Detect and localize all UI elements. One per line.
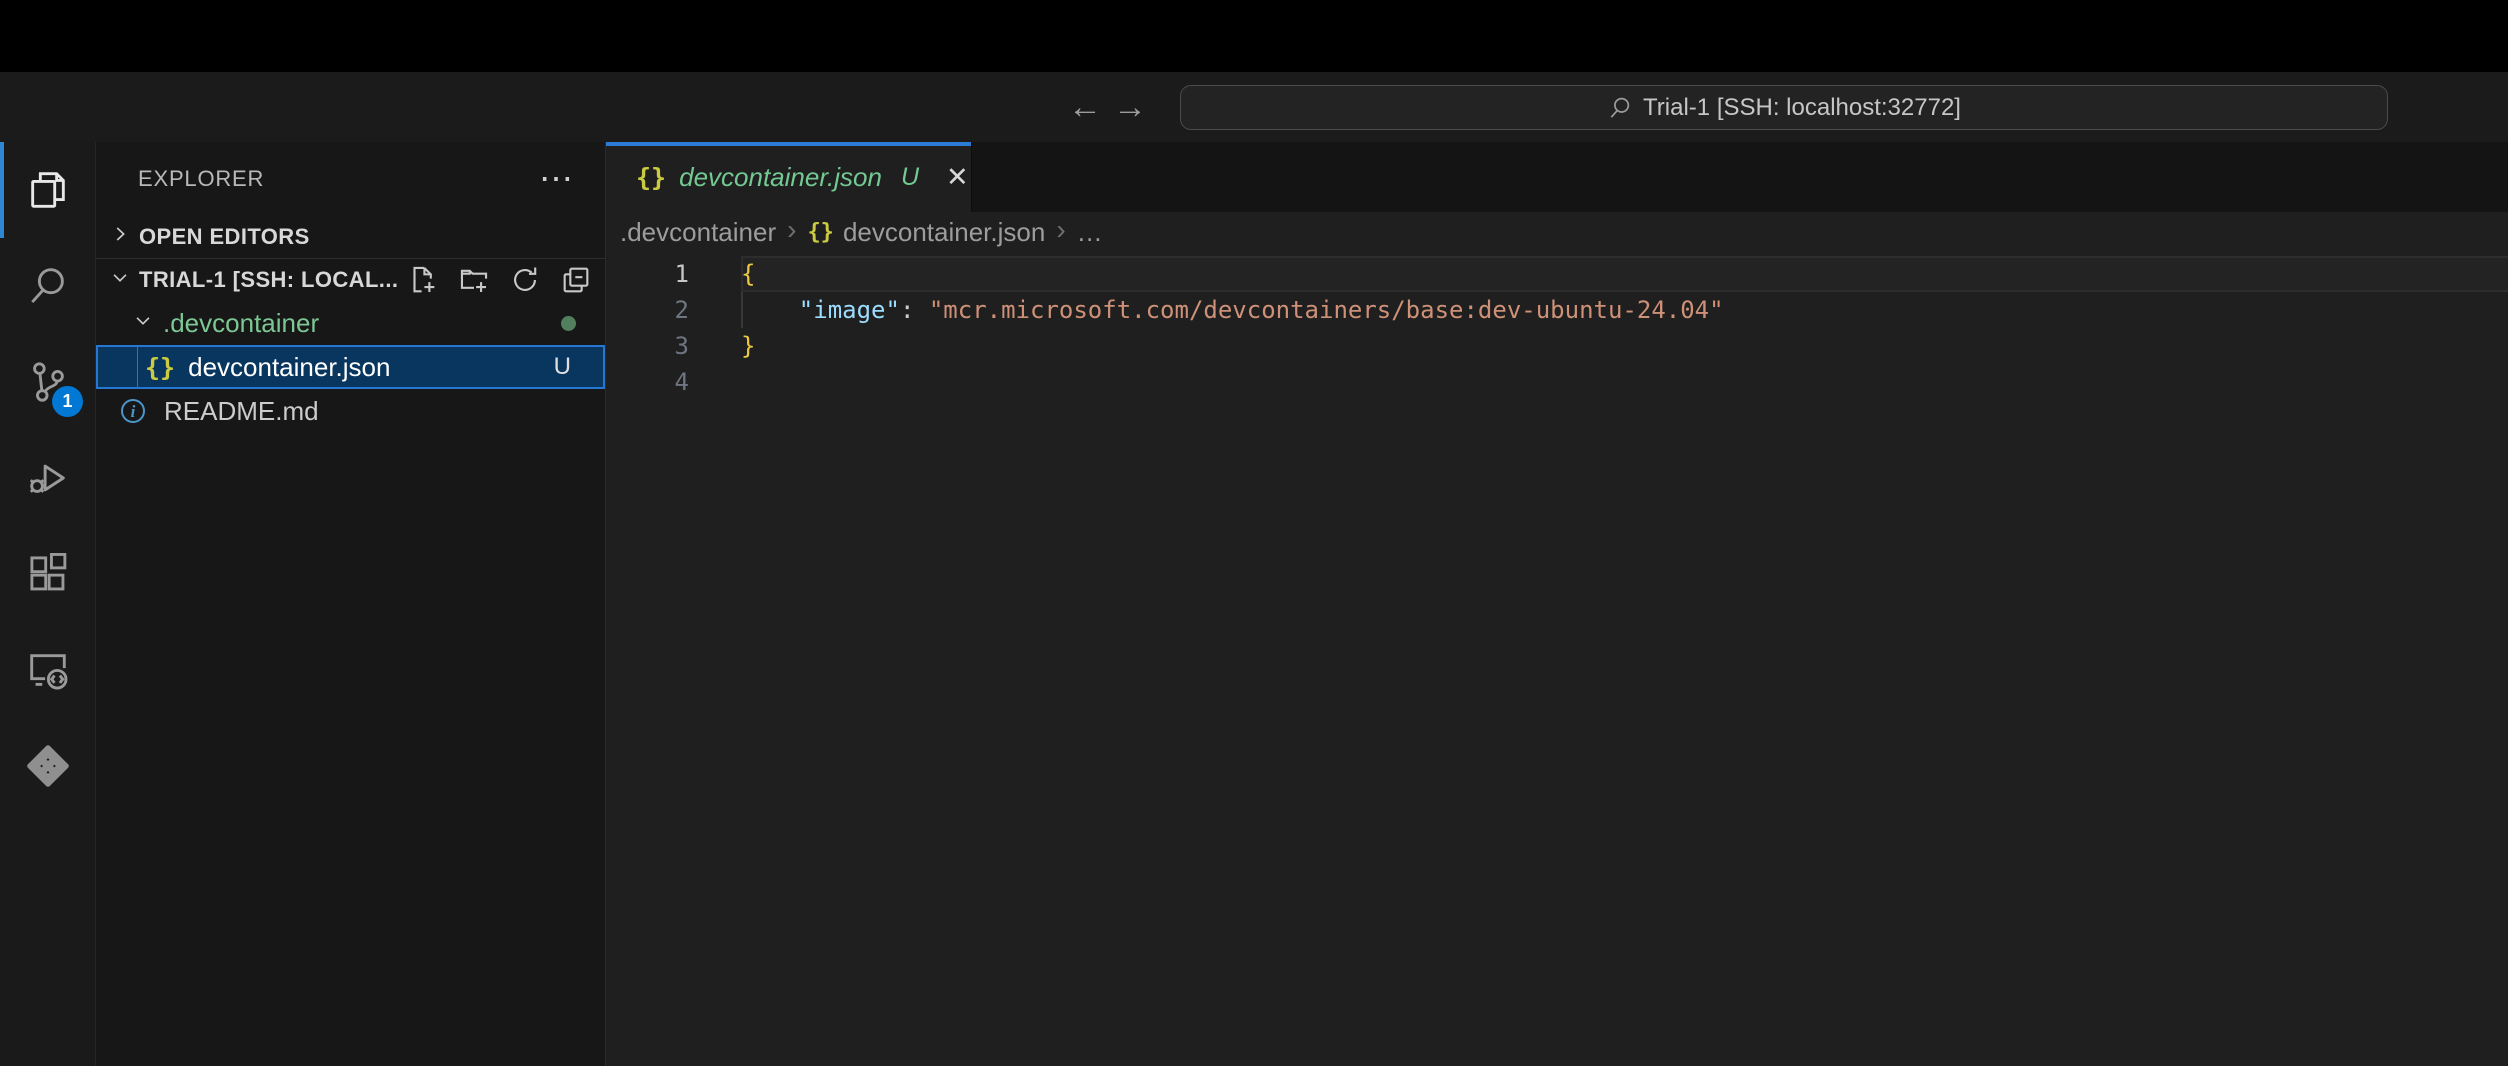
tree-indent-guide xyxy=(137,347,138,387)
chevron-down-icon xyxy=(132,308,154,339)
activity-source-control-button[interactable]: 1 xyxy=(0,334,96,430)
open-editors-section-header[interactable]: OPEN EDITORS xyxy=(96,215,605,258)
line-number-gutter: 1 2 3 4 xyxy=(606,256,741,400)
breadcrumb-file[interactable]: devcontainer.json xyxy=(843,217,1045,248)
sidebar-title: EXPLORER xyxy=(138,166,264,192)
tree-item-readme-md[interactable]: i README.md xyxy=(96,389,605,433)
activity-extensions-button[interactable] xyxy=(0,526,96,622)
editor-group: {} devcontainer.json U ✕ .devcontainer ›… xyxy=(606,142,2508,1066)
chevron-right-icon: › xyxy=(785,214,798,250)
extensions-icon xyxy=(25,551,71,597)
code-line-3: } xyxy=(741,328,2508,364)
folder-name: .devcontainer xyxy=(163,308,319,339)
tree-item-devcontainer-json[interactable]: {} devcontainer.json U xyxy=(96,345,605,389)
command-center-search[interactable]: Trial-1 [SSH: localhost:32772] xyxy=(1180,85,2388,130)
info-i-glyph: i xyxy=(131,403,136,420)
collapse-all-icon[interactable] xyxy=(559,263,593,297)
json-file-icon: {} xyxy=(145,353,175,382)
workspace-label: TRIAL-1 [SSH: LOCAL... xyxy=(139,267,398,293)
tab-git-untracked-badge: U xyxy=(901,163,919,192)
more-actions-icon[interactable]: ⋯ xyxy=(539,169,575,189)
activity-search-button[interactable] xyxy=(0,238,96,334)
close-brace-token: } xyxy=(741,332,755,360)
code-line-1: { xyxy=(741,256,2508,292)
activity-explorer-button[interactable] xyxy=(0,142,96,238)
debug-icon xyxy=(25,455,71,501)
workbench: 1 xyxy=(0,142,2508,1066)
chevron-down-icon xyxy=(109,265,131,296)
navigate-back-button[interactable]: ← xyxy=(1064,72,1106,142)
json-string-token: "mcr.microsoft.com/devcontainers/base:de… xyxy=(929,296,1724,324)
sidebar-header: EXPLORER ⋯ xyxy=(96,142,605,215)
navigate-forward-button[interactable]: → xyxy=(1109,72,1151,142)
source-control-badge: 1 xyxy=(52,386,83,417)
line-number: 1 xyxy=(606,256,689,292)
search-icon xyxy=(25,263,71,309)
chevron-right-icon: › xyxy=(1054,214,1067,250)
remote-explorer-icon xyxy=(25,647,71,693)
indent-token xyxy=(741,296,799,324)
code-editor[interactable]: 1 2 3 4 { "image": "mcr.microsoft.com/de… xyxy=(606,252,2508,1066)
tab-label: devcontainer.json xyxy=(679,162,882,193)
workspace-actions xyxy=(406,263,597,297)
tab-devcontainer-json[interactable]: {} devcontainer.json U ✕ xyxy=(606,142,972,212)
activity-remote-targets-button[interactable] xyxy=(0,718,96,814)
explorer-sidebar: EXPLORER ⋯ OPEN EDITORS TRIAL-1 [SSH: LO… xyxy=(96,142,606,1066)
search-icon xyxy=(1607,95,1633,121)
macos-fullscreen-strip xyxy=(0,0,2508,72)
json-key-token: "image" xyxy=(799,296,900,324)
vscode-window: ← → Trial-1 [SSH: localhost:32772] xyxy=(0,0,2508,1066)
breadcrumb-folder[interactable]: .devcontainer xyxy=(620,217,776,248)
workspace-section-header[interactable]: TRIAL-1 [SSH: LOCAL... xyxy=(96,259,605,301)
remote-diamond-icon xyxy=(24,742,72,790)
line-number: 3 xyxy=(606,328,689,364)
close-icon[interactable]: ✕ xyxy=(946,164,969,191)
files-icon xyxy=(25,167,71,213)
tree-item-devcontainer-folder[interactable]: .devcontainer xyxy=(96,301,605,345)
arrow-left-icon: ← xyxy=(1068,88,1102,127)
file-name: devcontainer.json xyxy=(188,352,390,383)
open-brace-token: { xyxy=(741,260,755,288)
colon-token: : xyxy=(900,296,929,324)
refresh-icon[interactable] xyxy=(508,263,542,297)
git-modified-dot-icon xyxy=(561,316,576,331)
activity-bar: 1 xyxy=(0,142,96,1066)
activity-remote-explorer-button[interactable] xyxy=(0,622,96,718)
tab-bar: {} devcontainer.json U ✕ xyxy=(606,142,2508,212)
code-content: { "image": "mcr.microsoft.com/devcontain… xyxy=(741,256,2508,400)
breadcrumb-symbol-more[interactable]: … xyxy=(1077,217,1103,248)
line-number: 2 xyxy=(606,292,689,328)
json-file-icon: {} xyxy=(807,220,834,245)
line-number: 4 xyxy=(606,364,689,400)
breadcrumbs: .devcontainer › {} devcontainer.json › … xyxy=(606,212,2508,252)
code-line-2: "image": "mcr.microsoft.com/devcontainer… xyxy=(741,292,2508,328)
window-title: Trial-1 [SSH: localhost:32772] xyxy=(1643,94,1961,122)
title-bar: ← → Trial-1 [SSH: localhost:32772] xyxy=(0,72,2508,142)
json-file-icon: {} xyxy=(636,163,666,192)
new-file-icon[interactable] xyxy=(406,263,440,297)
open-editors-label: OPEN EDITORS xyxy=(139,224,310,250)
new-folder-icon[interactable] xyxy=(457,263,491,297)
info-file-icon: i xyxy=(121,399,145,423)
activity-run-debug-button[interactable] xyxy=(0,430,96,526)
arrow-right-icon: → xyxy=(1113,88,1147,127)
git-untracked-badge: U xyxy=(554,353,603,381)
code-line-4 xyxy=(741,364,2508,400)
file-name: README.md xyxy=(164,396,319,427)
chevron-right-icon xyxy=(109,221,131,252)
